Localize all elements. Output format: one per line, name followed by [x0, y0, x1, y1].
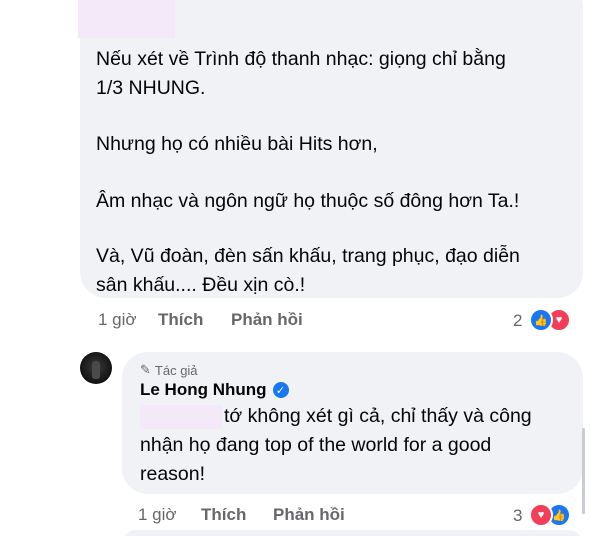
love-reaction-icon: ♥	[529, 503, 553, 527]
comment-text-line: Và, Vũ đoàn, đèn sấn khấu, trang phục, đ…	[96, 245, 520, 267]
pencil-icon: ✎	[140, 362, 151, 377]
reaction-icons[interactable]: 👍 ♥	[529, 308, 579, 332]
reply-timestamp[interactable]: 1 giờ	[138, 505, 177, 525]
reply-text-line: tớ không xét gì cả, chỉ thấy và công	[224, 405, 532, 427]
reply-reaction-icons[interactable]: ♥ 👍	[529, 503, 579, 527]
author-name-text: Le Hong Nhung	[140, 380, 267, 399]
comment-text-line: Âm nhạc và ngôn ngữ họ thuộc số đông hơn…	[96, 190, 520, 212]
redacted-commenter-name	[78, 0, 175, 38]
like-button[interactable]: Thích	[158, 310, 203, 330]
reply-like-button[interactable]: Thích	[201, 505, 246, 525]
redacted-mention	[140, 405, 222, 429]
verified-badge-icon: ✓	[272, 382, 289, 398]
author-name[interactable]: Le Hong Nhung ✓	[140, 380, 289, 400]
reply-reaction-count[interactable]: 3	[513, 506, 522, 526]
reply-text-line: nhận họ đang top of the world for a good	[140, 434, 492, 456]
like-reaction-icon: 👍	[529, 308, 553, 332]
reply-button[interactable]: Phản hồi	[231, 310, 303, 330]
reply-reply-button[interactable]: Phản hồi	[273, 505, 345, 525]
reply-text-line: reason!	[140, 463, 206, 485]
author-avatar[interactable]	[80, 352, 112, 384]
next-comment-bubble	[122, 530, 583, 536]
comment-text-line: 1/3 NHUNG.	[96, 77, 206, 99]
author-badge-label: Tác giả	[154, 362, 198, 378]
comment-text-line: Nhưng họ có nhiều bài Hits hơn,	[96, 133, 378, 155]
scrollbar[interactable]	[582, 428, 585, 514]
comment-text-line: Nếu xét về Trình độ thanh nhạc: giọng ch…	[96, 48, 506, 70]
author-badge: ✎ Tác giả	[140, 362, 198, 378]
reaction-count[interactable]: 2	[513, 311, 522, 331]
comment-timestamp[interactable]: 1 giờ	[98, 310, 137, 330]
comment-text-line: sân khấu.... Đều xịn cò.!	[96, 274, 306, 296]
